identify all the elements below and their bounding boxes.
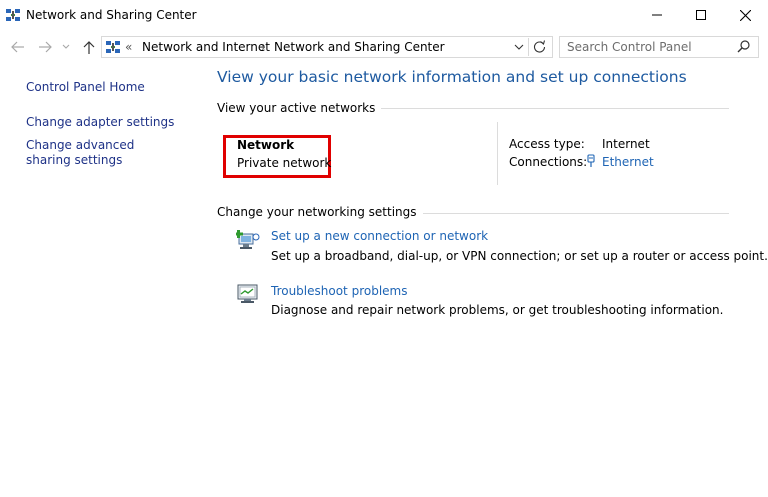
control-panel-icon (106, 40, 120, 54)
forward-button[interactable] (36, 37, 54, 57)
recent-locations-button[interactable] (60, 37, 72, 57)
network-icon (6, 8, 20, 22)
back-arrow-icon (10, 41, 24, 53)
ethernet-connection-link[interactable]: Ethernet (602, 155, 654, 169)
forward-arrow-icon (38, 41, 52, 53)
up-button[interactable] (80, 37, 98, 57)
troubleshoot-link[interactable]: Troubleshoot problems (271, 284, 407, 298)
ethernet-icon (586, 154, 596, 168)
back-button[interactable] (8, 37, 26, 57)
window-title: Network and Sharing Center (26, 8, 197, 22)
sidebar-item-change-adapter-settings[interactable]: Change adapter settings (26, 115, 174, 130)
new-connection-icon (234, 229, 260, 251)
setup-connection-description: Set up a broadband, dial-up, or VPN conn… (271, 249, 768, 263)
address-overflow-button[interactable]: « (125, 40, 132, 54)
network-category-link[interactable]: Private network (237, 156, 331, 170)
access-type-label: Access type: (509, 137, 585, 151)
address-dropdown-button[interactable] (514, 41, 526, 53)
close-icon (739, 9, 751, 21)
access-type-value: Internet (602, 137, 650, 151)
troubleshoot-icon (237, 284, 259, 304)
page-title: View your basic network information and … (217, 68, 687, 86)
minimize-icon (652, 14, 662, 16)
network-name: Network (237, 138, 295, 152)
connections-label: Connections: (509, 155, 588, 169)
active-networks-heading: View your active networks (217, 101, 382, 115)
change-settings-heading: Change your networking settings (217, 205, 423, 219)
refresh-icon (533, 40, 546, 53)
search-input[interactable]: Search Control Panel (567, 40, 692, 54)
search-icon (737, 40, 750, 53)
close-button[interactable] (722, 0, 768, 30)
address-divider (528, 38, 529, 56)
chevron-down-icon (514, 44, 524, 50)
maximize-icon (696, 10, 706, 20)
breadcrumb-network-and-internet[interactable]: Network and Internet (142, 40, 270, 54)
search-button[interactable] (737, 40, 751, 54)
setup-connection-link[interactable]: Set up a new connection or network (271, 229, 488, 243)
breadcrumb-separator[interactable]: › (261, 40, 266, 54)
network-info-divider (497, 122, 498, 185)
maximize-button[interactable] (678, 0, 724, 30)
troubleshoot-description: Diagnose and repair network problems, or… (271, 303, 724, 317)
breadcrumb-network-and-sharing-center[interactable]: Network and Sharing Center (274, 40, 445, 54)
chevron-down-icon (62, 44, 70, 49)
minimize-button[interactable] (634, 0, 680, 30)
sidebar-item-control-panel-home[interactable]: Control Panel Home (26, 80, 145, 95)
refresh-button[interactable] (533, 40, 547, 54)
sidebar-item-change-advanced-sharing-settings[interactable]: Change advanced sharing settings (26, 138, 176, 168)
up-arrow-icon (83, 40, 95, 54)
